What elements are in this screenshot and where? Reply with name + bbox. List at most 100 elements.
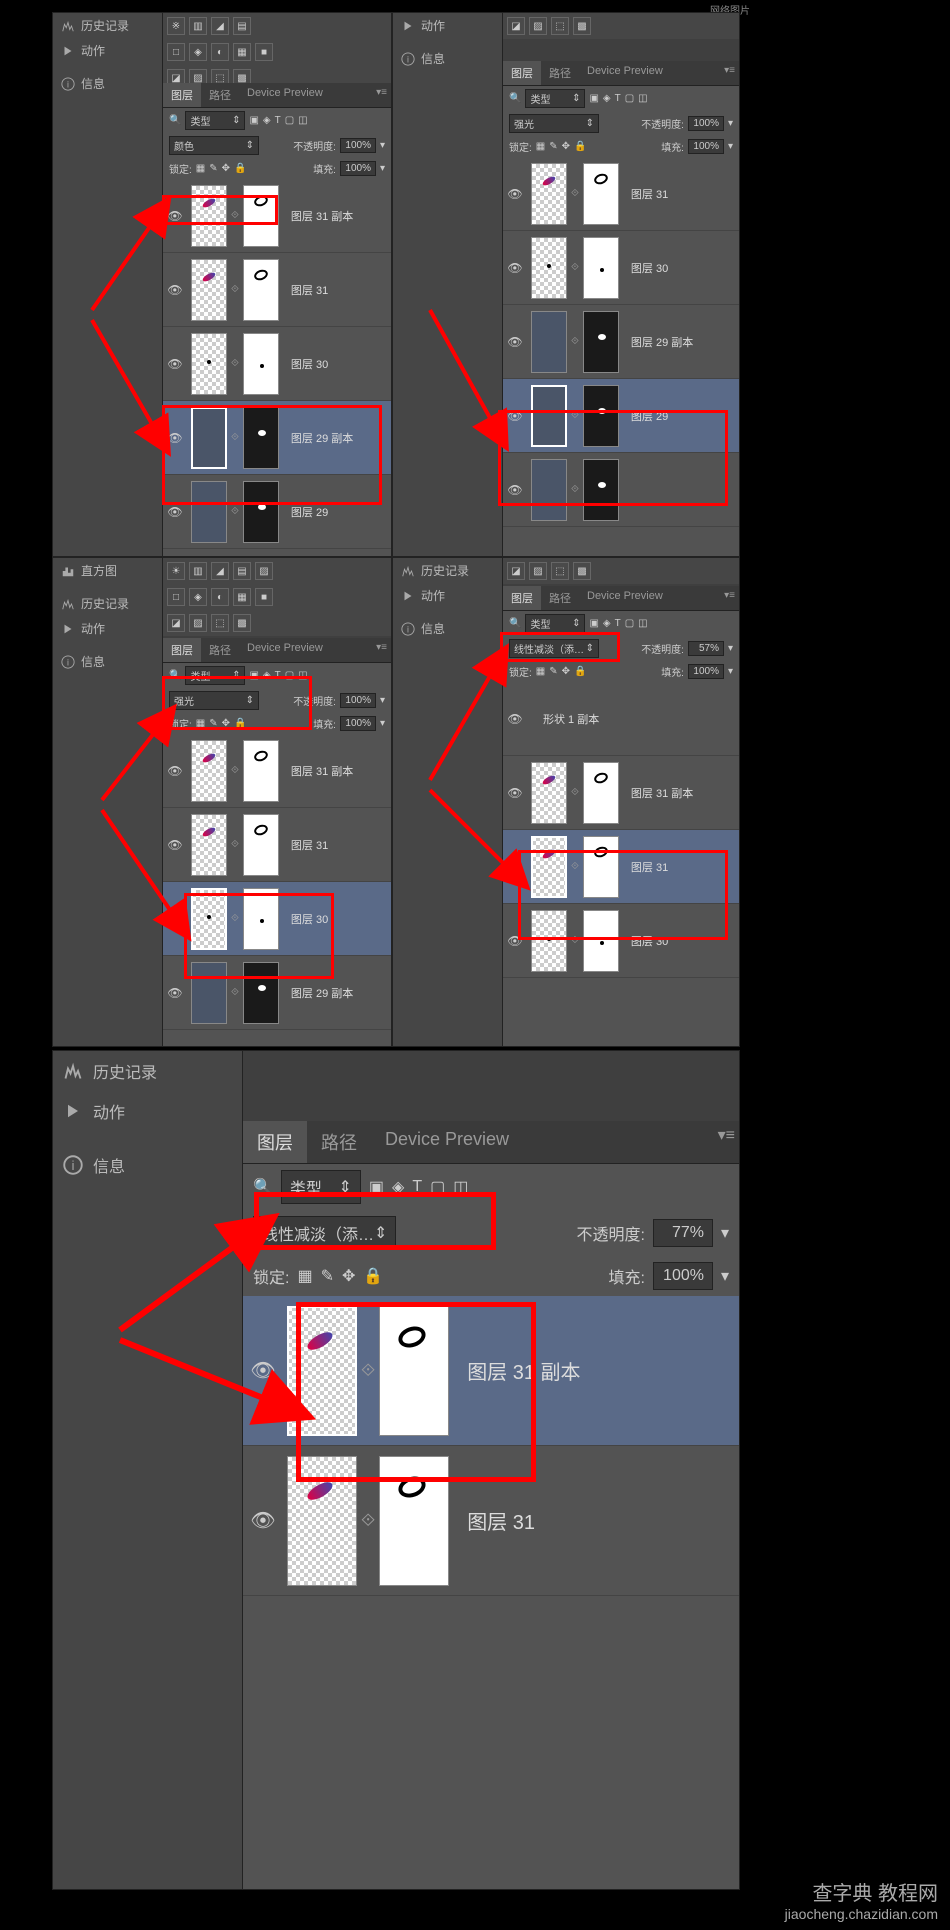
link-icon[interactable]: ⟐ — [571, 336, 579, 347]
tab-device[interactable]: Device Preview — [239, 638, 331, 662]
blend-mode-dropdown[interactable]: 线性减淡（添…⇕ — [253, 1216, 396, 1250]
lock-icon-3[interactable]: ✥ — [222, 163, 230, 174]
icon-e1[interactable]: ☀ — [167, 562, 185, 580]
layer-name[interactable]: 图层 31 副本 — [283, 208, 391, 224]
layer-name[interactable]: 图层 31 — [453, 1506, 739, 1535]
layer-thumbnail[interactable] — [583, 836, 619, 898]
link-icon[interactable]: ⟐ — [571, 188, 579, 199]
icon-g3[interactable]: ⬚ — [211, 614, 229, 632]
layer-row[interactable]: 👁 ⟐ 图层 31 — [243, 1446, 739, 1596]
info-item[interactable]: i 信息 — [53, 71, 162, 96]
filter-icon-1[interactable]: ▣ — [249, 115, 258, 126]
visibility-toggle[interactable]: 👁 — [163, 505, 187, 519]
icon-a4[interactable]: ▤ — [233, 17, 251, 35]
icon-g4[interactable]: ▩ — [233, 614, 251, 632]
layer-row[interactable]: 👁 ⟐ 图层 29 副本 — [163, 956, 391, 1030]
icon-g2[interactable]: ▨ — [189, 614, 207, 632]
layer-thumbnail[interactable] — [583, 163, 619, 225]
layer-name[interactable]: 图层 29 副本 — [623, 334, 739, 350]
icon-a1[interactable]: ※ — [167, 17, 185, 35]
layer-row[interactable]: 👁 ⟐ 图层 31 副本 — [163, 734, 391, 808]
filter-icon-5[interactable]: ◫ — [298, 115, 307, 126]
visibility-toggle[interactable]: 👁 — [163, 283, 187, 297]
layer-thumbnail[interactable] — [191, 740, 227, 802]
layer-row[interactable]: 👁 ⟐ — [503, 453, 739, 527]
visibility-toggle[interactable]: 👁 — [503, 261, 527, 275]
layer-row[interactable]: 👁 ⟐ 图层 29 副本 — [503, 305, 739, 379]
opacity-arrow[interactable]: ▾ — [728, 643, 733, 654]
layer-thumbnail[interactable] — [243, 962, 279, 1024]
panel-menu-icon[interactable]: ▾≡ — [376, 642, 387, 653]
tab-paths[interactable]: 路径 — [201, 638, 239, 662]
filter-icon-3[interactable]: T — [412, 1178, 422, 1196]
fill-arrow[interactable]: ▾ — [380, 163, 385, 174]
filter-icon-3[interactable]: T — [615, 93, 621, 104]
icon-f1[interactable]: □ — [167, 588, 185, 606]
visibility-toggle[interactable]: 👁 — [163, 764, 187, 778]
layer-name[interactable]: 图层 30 — [283, 911, 391, 927]
tab-layers[interactable]: 图层 — [163, 83, 201, 107]
layer-thumbnail[interactable] — [379, 1306, 449, 1436]
actions-item[interactable]: 动作 — [53, 1091, 242, 1131]
visibility-toggle[interactable]: 👁 — [163, 357, 187, 371]
lock-icon-3[interactable]: ✥ — [562, 141, 570, 152]
layer-thumbnail[interactable] — [287, 1306, 357, 1436]
layer-row[interactable]: 👁 ⟐ 图层 31 — [503, 830, 739, 904]
layer-thumbnail[interactable] — [191, 814, 227, 876]
layer-thumbnail[interactable] — [583, 237, 619, 299]
history-item[interactable]: 历史记录 — [393, 558, 502, 583]
filter-icon-2[interactable]: ◈ — [263, 670, 271, 681]
layer-name[interactable]: 图层 30 — [623, 260, 739, 276]
icon-e3[interactable]: ◢ — [211, 562, 229, 580]
layer-name[interactable]: 图层 31 — [283, 837, 391, 853]
visibility-toggle[interactable]: 👁 — [163, 986, 187, 1000]
lock-icon-1[interactable]: ▦ — [196, 163, 205, 174]
visibility-toggle[interactable]: 👁 — [503, 187, 527, 201]
fill-arrow[interactable]: ▾ — [721, 1266, 729, 1286]
visibility-toggle[interactable]: 👁 — [163, 912, 187, 926]
icon-d2[interactable]: ▨ — [529, 17, 547, 35]
visibility-toggle[interactable]: 👁 — [503, 934, 527, 948]
layer-row[interactable]: 👁 ⟐ 图层 30 — [503, 904, 739, 978]
layer-row[interactable]: 👁 ⟐ 图层 29 副本 — [163, 401, 391, 475]
panel-menu-icon[interactable]: ▾≡ — [724, 590, 735, 601]
link-icon[interactable]: ⟐ — [571, 787, 579, 798]
filter-icon-2[interactable]: ◈ — [603, 93, 611, 104]
layer-thumbnail[interactable] — [191, 407, 227, 469]
layer-name[interactable]: 图层 30 — [283, 356, 391, 372]
history-item[interactable]: 历史记录 — [53, 1051, 242, 1091]
lock-icon-2[interactable]: ✎ — [549, 141, 557, 152]
link-icon[interactable]: ⟐ — [231, 987, 239, 998]
tab-device[interactable]: Device Preview — [239, 83, 331, 107]
layer-thumbnail[interactable] — [531, 459, 567, 521]
visibility-toggle[interactable]: 👁 — [503, 786, 527, 800]
panel-menu-icon[interactable]: ▾≡ — [376, 87, 387, 98]
opacity-arrow[interactable]: ▾ — [380, 140, 385, 151]
tab-device[interactable]: Device Preview — [579, 61, 671, 85]
icon-g1[interactable]: ◪ — [167, 614, 185, 632]
layer-thumbnail[interactable] — [191, 259, 227, 321]
layer-name[interactable]: 图层 31 副本 — [453, 1356, 739, 1385]
filter-type-dropdown[interactable]: 类型⇕ — [281, 1170, 361, 1204]
icon-d1[interactable]: ◪ — [507, 17, 525, 35]
layer-thumbnail[interactable] — [191, 962, 227, 1024]
filter-icon[interactable]: 🔍 — [509, 93, 521, 104]
opacity-arrow[interactable]: ▾ — [721, 1223, 729, 1243]
filter-icon[interactable]: 🔍 — [253, 1177, 273, 1197]
panel-menu-icon[interactable]: ▾≡ — [724, 65, 735, 76]
link-icon[interactable]: ⟐ — [571, 861, 579, 872]
link-icon[interactable]: ⟐ — [571, 410, 579, 421]
filter-icon-1[interactable]: ▣ — [589, 93, 598, 104]
lock-icon-3[interactable]: ✥ — [342, 1266, 355, 1286]
icon-f2[interactable]: ◈ — [189, 588, 207, 606]
visibility-toggle[interactable]: 👁 — [503, 860, 527, 874]
filter-icon-4[interactable]: ▢ — [285, 115, 294, 126]
layer-row[interactable]: 👁 ⟐ 图层 30 — [163, 882, 391, 956]
visibility-toggle[interactable]: 👁 — [503, 409, 527, 423]
layer-row[interactable]: 👁 ⟐ 图层 31 — [163, 808, 391, 882]
layer-row[interactable]: 👁 ⟐ 图层 30 — [503, 231, 739, 305]
lock-icon-1[interactable]: ▦ — [536, 141, 545, 152]
lock-icon-2[interactable]: ✎ — [209, 718, 217, 729]
layer-thumbnail[interactable] — [243, 333, 279, 395]
icon-d3[interactable]: ⬚ — [551, 17, 569, 35]
